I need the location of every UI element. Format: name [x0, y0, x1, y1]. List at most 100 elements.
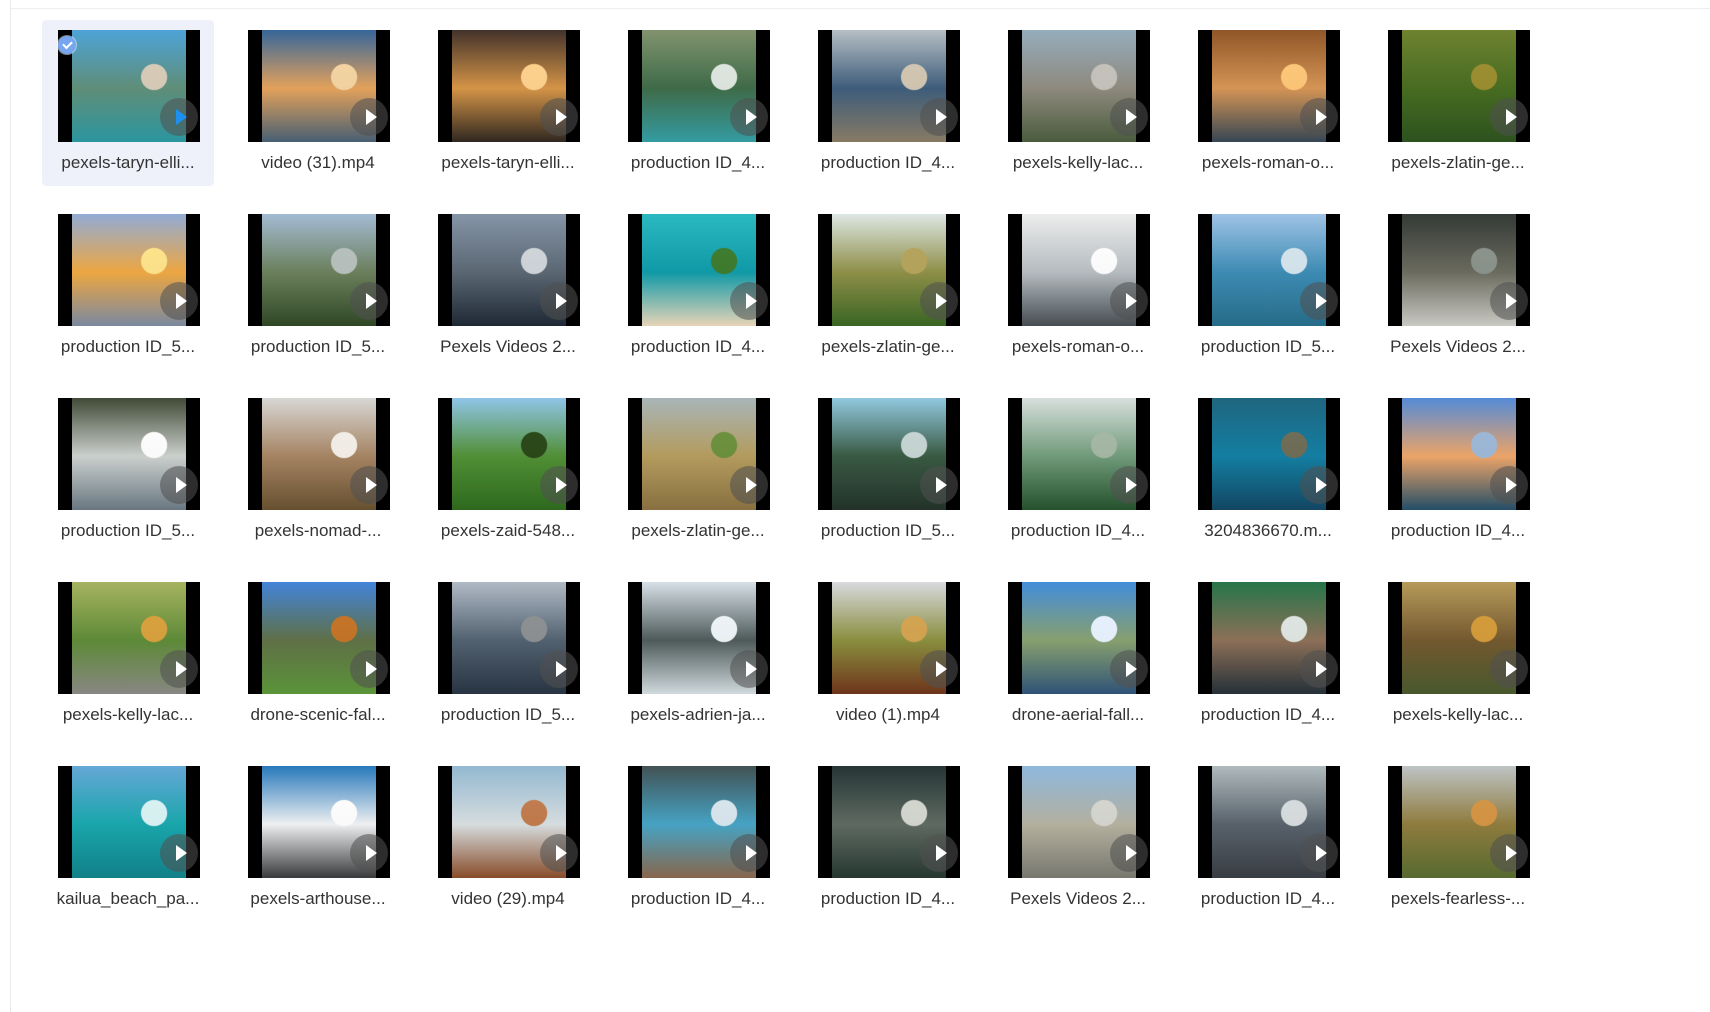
video-file-item[interactable]: pexels-kelly-lac...	[42, 572, 214, 738]
play-icon[interactable]	[1490, 98, 1528, 136]
play-icon[interactable]	[1300, 650, 1338, 688]
video-file-item[interactable]: production ID_4...	[802, 20, 974, 186]
video-thumbnail	[58, 30, 200, 142]
file-name-label: pexels-taryn-elli...	[61, 153, 195, 172]
play-icon[interactable]	[920, 466, 958, 504]
video-file-item[interactable]: production ID_5...	[802, 388, 974, 554]
play-icon[interactable]	[1110, 282, 1148, 320]
video-thumbnail	[438, 30, 580, 142]
video-file-item[interactable]: pexels-zlatin-ge...	[802, 204, 974, 370]
play-icon[interactable]	[540, 282, 578, 320]
play-icon[interactable]	[350, 650, 388, 688]
play-icon[interactable]	[160, 98, 198, 136]
video-thumbnail	[58, 582, 200, 694]
video-file-item[interactable]: pexels-adrien-ja...	[612, 572, 784, 738]
video-thumbnail	[628, 766, 770, 878]
play-icon[interactable]	[730, 834, 768, 872]
play-icon[interactable]	[160, 282, 198, 320]
video-thumbnail	[1008, 398, 1150, 510]
play-icon[interactable]	[540, 98, 578, 136]
play-icon[interactable]	[1300, 98, 1338, 136]
play-icon[interactable]	[730, 282, 768, 320]
video-file-item[interactable]: drone-scenic-fal...	[232, 572, 404, 738]
video-file-item[interactable]: production ID_4...	[612, 756, 784, 922]
play-icon[interactable]	[350, 834, 388, 872]
video-thumbnail	[1388, 30, 1530, 142]
video-thumbnail	[1388, 582, 1530, 694]
video-file-item[interactable]: video (31).mp4	[232, 20, 404, 186]
selection-check-icon[interactable]	[58, 36, 76, 54]
video-file-item[interactable]: pexels-kelly-lac...	[992, 20, 1164, 186]
play-icon[interactable]	[350, 282, 388, 320]
play-icon[interactable]	[1300, 282, 1338, 320]
play-icon[interactable]	[920, 282, 958, 320]
video-file-item[interactable]: video (1).mp4	[802, 572, 974, 738]
play-icon[interactable]	[350, 98, 388, 136]
play-icon[interactable]	[540, 834, 578, 872]
video-thumbnail	[628, 30, 770, 142]
video-thumbnail	[818, 398, 960, 510]
video-file-item[interactable]: production ID_4...	[802, 756, 974, 922]
video-file-item[interactable]: production ID_5...	[42, 204, 214, 370]
video-file-item[interactable]: production ID_4...	[612, 204, 784, 370]
play-icon[interactable]	[350, 466, 388, 504]
play-icon[interactable]	[1110, 466, 1148, 504]
video-file-item[interactable]: production ID_4...	[992, 388, 1164, 554]
play-icon[interactable]	[1110, 650, 1148, 688]
video-file-item[interactable]: production ID_5...	[422, 572, 594, 738]
file-name-label: video (31).mp4	[261, 153, 375, 172]
play-icon[interactable]	[730, 466, 768, 504]
video-file-item[interactable]: pexels-nomad-...	[232, 388, 404, 554]
video-file-item[interactable]: pexels-roman-o...	[992, 204, 1164, 370]
video-file-item[interactable]: production ID_4...	[1182, 756, 1354, 922]
video-file-item[interactable]: production ID_5...	[42, 388, 214, 554]
video-file-item[interactable]: drone-aerial-fall...	[992, 572, 1164, 738]
play-icon[interactable]	[1110, 98, 1148, 136]
play-icon[interactable]	[920, 98, 958, 136]
play-icon[interactable]	[540, 466, 578, 504]
video-file-item[interactable]: video (29).mp4	[422, 756, 594, 922]
file-name-label: pexels-kelly-lac...	[1392, 705, 1524, 724]
video-file-item[interactable]: kailua_beach_pa...	[42, 756, 214, 922]
play-icon[interactable]	[730, 98, 768, 136]
video-file-item[interactable]: pexels-zaid-548...	[422, 388, 594, 554]
video-file-item[interactable]: pexels-roman-o...	[1182, 20, 1354, 186]
video-file-item[interactable]: production ID_4...	[612, 20, 784, 186]
file-name-label: pexels-kelly-lac...	[62, 705, 194, 724]
video-file-item[interactable]: production ID_4...	[1182, 572, 1354, 738]
video-file-item[interactable]: pexels-zlatin-ge...	[1372, 20, 1544, 186]
play-icon[interactable]	[1300, 466, 1338, 504]
play-icon[interactable]	[1490, 282, 1528, 320]
play-icon[interactable]	[1490, 834, 1528, 872]
video-file-item[interactable]: production ID_5...	[1182, 204, 1354, 370]
file-name-label: Pexels Videos 2...	[1010, 889, 1146, 908]
video-file-item[interactable]: production ID_4...	[1372, 388, 1544, 554]
video-thumbnail	[58, 398, 200, 510]
video-file-item[interactable]: 3204836670.m...	[1182, 388, 1354, 554]
video-file-item[interactable]: pexels-taryn-elli...	[422, 20, 594, 186]
video-file-item[interactable]: pexels-kelly-lac...	[1372, 572, 1544, 738]
play-icon[interactable]	[1110, 834, 1148, 872]
file-name-label: production ID_4...	[1200, 889, 1336, 908]
video-file-item[interactable]: pexels-taryn-elli...	[42, 20, 214, 186]
video-file-item[interactable]: production ID_5...	[232, 204, 404, 370]
play-icon[interactable]	[920, 650, 958, 688]
video-file-item[interactable]: pexels-fearless-...	[1372, 756, 1544, 922]
video-thumbnail	[438, 582, 580, 694]
video-thumbnail	[438, 398, 580, 510]
play-icon[interactable]	[1490, 650, 1528, 688]
video-file-item[interactable]: Pexels Videos 2...	[422, 204, 594, 370]
video-file-item[interactable]: Pexels Videos 2...	[1372, 204, 1544, 370]
play-icon[interactable]	[160, 650, 198, 688]
play-icon[interactable]	[1300, 834, 1338, 872]
video-file-item[interactable]: pexels-arthouse...	[232, 756, 404, 922]
video-file-item[interactable]: pexels-zlatin-ge...	[612, 388, 784, 554]
play-icon[interactable]	[160, 466, 198, 504]
play-icon[interactable]	[730, 650, 768, 688]
play-icon[interactable]	[540, 650, 578, 688]
file-name-label: Pexels Videos 2...	[440, 337, 576, 356]
play-icon[interactable]	[920, 834, 958, 872]
video-file-item[interactable]: Pexels Videos 2...	[992, 756, 1164, 922]
play-icon[interactable]	[160, 834, 198, 872]
play-icon[interactable]	[1490, 466, 1528, 504]
